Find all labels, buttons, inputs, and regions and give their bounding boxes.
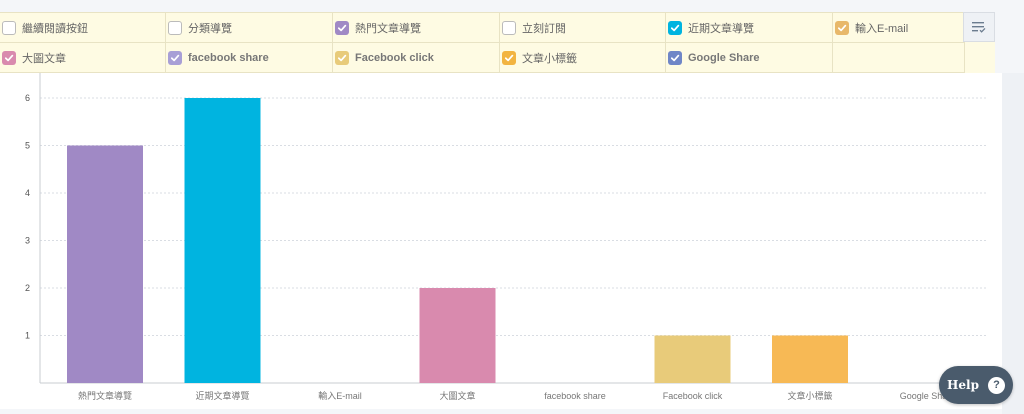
list-filter-icon	[972, 22, 986, 33]
checkbox-checked-icon[interactable]	[502, 50, 516, 65]
x-tick-label: 熱門文章導覽	[78, 390, 132, 401]
x-tick-label: 輸入E-mail	[318, 390, 362, 401]
legend-item-label: 熱門文章導覽	[355, 22, 421, 35]
series-legend: 繼續閱讀按鈕 分類導覽 熱門文章導覽 立刻訂閱 近期文章導覽 輸入E-mail 大圖文章 fa…	[0, 12, 995, 73]
bar[interactable]	[772, 335, 848, 384]
x-tick-label: Facebook click	[663, 391, 723, 401]
y-tick-label: 6	[25, 93, 30, 103]
checkbox-checked-icon[interactable]	[668, 50, 682, 65]
legend-item-7[interactable]: facebook share	[166, 43, 333, 73]
x-tick-label: facebook share	[544, 391, 606, 401]
legend-item-label: 近期文章導覽	[688, 22, 754, 35]
chart-menu-button[interactable]	[963, 12, 995, 42]
checkbox-checked-icon[interactable]	[668, 20, 682, 35]
checkbox-checked-icon[interactable]	[335, 50, 349, 65]
bar[interactable]	[654, 335, 731, 384]
legend-item-label: Facebook click	[355, 51, 434, 64]
checkbox-empty-icon[interactable]	[2, 20, 16, 35]
legend-item-6[interactable]: 大圖文章	[0, 43, 166, 73]
legend-item-4[interactable]: 近期文章導覽	[666, 13, 833, 43]
checkbox-empty-icon[interactable]	[502, 20, 516, 35]
legend-item-label: Google Share	[688, 51, 760, 64]
help-label: Help	[947, 378, 979, 392]
bar[interactable]	[67, 145, 143, 384]
legend-item-2[interactable]: 熱門文章導覽	[333, 13, 500, 43]
y-tick-label: 3	[25, 236, 30, 246]
legend-item-label: 文章小標籤	[522, 52, 577, 65]
x-tick-label: 大圖文章	[439, 390, 475, 401]
y-tick-label: 5	[25, 141, 30, 151]
legend-item-label: facebook share	[188, 51, 269, 64]
legend-item-label: 立刻訂閱	[522, 22, 566, 35]
checkbox-checked-icon[interactable]	[335, 20, 349, 35]
help-button[interactable]: Help ?	[939, 366, 1013, 404]
legend-item-0[interactable]: 繼續閱讀按鈕	[0, 13, 166, 43]
y-tick-label: 2	[25, 283, 30, 293]
bar[interactable]	[184, 98, 261, 383]
page-scroll-edge	[1002, 73, 1024, 414]
x-tick-label: 近期文章導覽	[195, 390, 249, 401]
checkbox-checked-icon[interactable]	[835, 20, 849, 35]
legend-empty-cell	[833, 43, 965, 73]
legend-item-9[interactable]: 文章小標籤	[500, 43, 666, 73]
legend-item-10[interactable]: Google Share	[666, 43, 833, 73]
x-tick-label: 文章小標籤	[787, 390, 832, 401]
legend-item-5[interactable]: 輸入E-mail	[833, 13, 965, 43]
question-icon: ?	[987, 376, 1005, 394]
checkbox-checked-icon[interactable]	[168, 50, 182, 65]
legend-item-label: 大圖文章	[22, 52, 66, 65]
legend-item-label: 輸入E-mail	[855, 22, 909, 35]
checkbox-checked-icon[interactable]	[2, 50, 16, 65]
chart-panel: 1 2 3 4 5 6 熱門文章導覽 近期文章導覽 輸入E-mail 大圖文章 facebook s…	[0, 73, 1002, 409]
checkbox-empty-icon[interactable]	[168, 20, 182, 35]
legend-item-3[interactable]: 立刻訂閱	[500, 13, 666, 43]
bar[interactable]	[419, 288, 496, 383]
legend-item-1[interactable]: 分類導覽	[166, 13, 333, 43]
legend-item-label: 繼續閱讀按鈕	[22, 22, 88, 35]
y-tick-label: 1	[25, 331, 30, 341]
bar-chart: 1 2 3 4 5 6 熱門文章導覽 近期文章導覽 輸入E-mail 大圖文章 facebook s…	[25, 73, 986, 401]
y-tick-label: 4	[25, 188, 30, 198]
legend-item-label: 分類導覽	[188, 22, 232, 35]
legend-item-8[interactable]: Facebook click	[333, 43, 500, 73]
